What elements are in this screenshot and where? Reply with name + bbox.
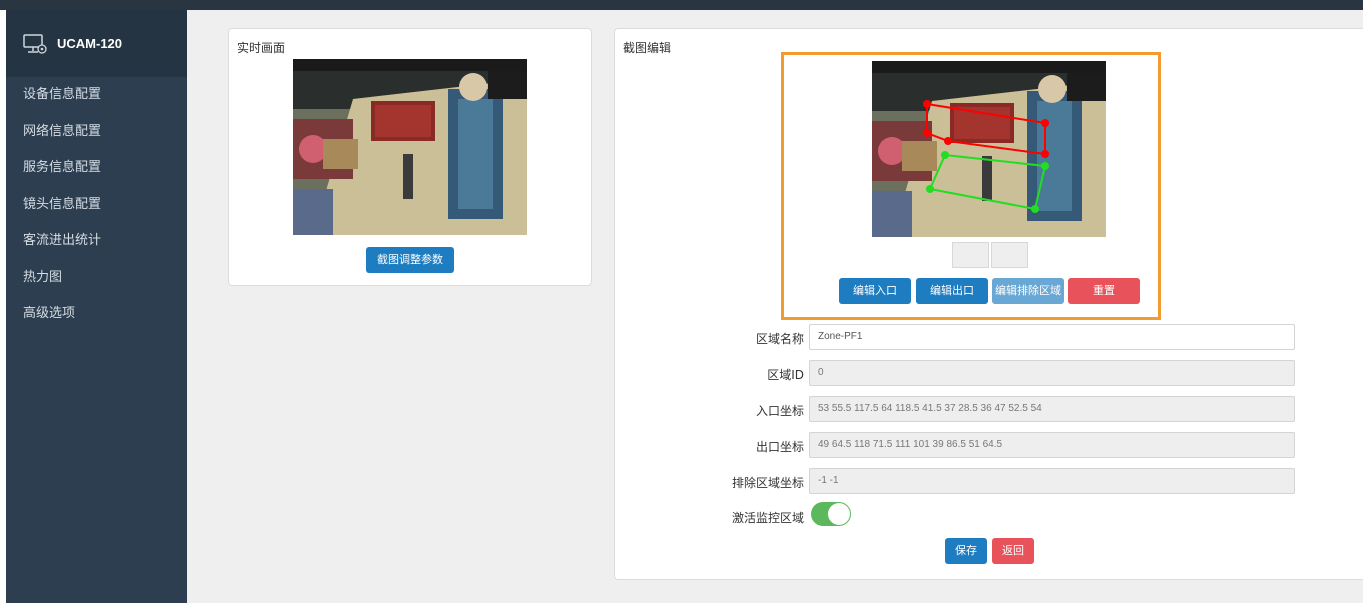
toggle-knob — [828, 503, 850, 525]
top-bar — [0, 0, 1363, 10]
sidebar-item-device-config[interactable]: 设备信息配置 — [6, 77, 187, 114]
zone-id-field[interactable]: 0 — [809, 360, 1295, 386]
thumbnail-slot-2 — [991, 242, 1028, 268]
entrance-coords-label: 入口坐标 — [755, 404, 804, 418]
save-button[interactable]: 保存 — [945, 538, 987, 564]
sidebar-item-lens-config[interactable]: 镜头信息配置 — [6, 187, 187, 224]
live-view-title: 实时画面 — [237, 41, 286, 55]
edit-entrance-button[interactable]: 编辑入口 — [839, 278, 911, 304]
zone-edit-canvas[interactable] — [872, 61, 1106, 237]
sidebar-item-network-config[interactable]: 网络信息配置 — [6, 114, 187, 151]
back-button[interactable]: 返回 — [992, 538, 1034, 564]
screenshot-editor-title: 截图编辑 — [623, 41, 672, 55]
zone-id-label: 区域ID — [767, 368, 804, 382]
entrance-coords-field[interactable]: 53 55.5 117.5 64 118.5 41.5 37 28.5 36 4… — [809, 396, 1295, 422]
edit-exclude-zone-button[interactable]: 编辑排除区域 — [992, 278, 1064, 304]
exit-coords-label: 出口坐标 — [755, 440, 804, 454]
main-content: 实时画面 截图调整参数 截图编辑 编辑入口 编辑出口 编辑排除区域 重置 区域名… — [187, 10, 1363, 603]
exclude-coords-field[interactable]: -1 -1 — [809, 468, 1295, 494]
sidebar-item-traffic-stats[interactable]: 客流进出统计 — [6, 223, 187, 260]
zone-editor-highlight: 编辑入口 编辑出口 编辑排除区域 重置 — [781, 52, 1161, 320]
brand: UCAM-120 — [6, 10, 187, 77]
sidebar: UCAM-120 设备信息配置 网络信息配置 服务信息配置 镜头信息配置 客流进… — [6, 10, 187, 603]
activate-zone-label: 激活监控区域 — [731, 511, 804, 525]
sidebar-item-service-config[interactable]: 服务信息配置 — [6, 150, 187, 187]
edit-exit-button[interactable]: 编辑出口 — [916, 278, 988, 304]
thumbnail-slot-1 — [952, 242, 989, 268]
exclude-coords-label: 排除区域坐标 — [731, 476, 804, 490]
sidebar-item-advanced[interactable]: 高级选项 — [6, 296, 187, 333]
adjust-screenshot-params-button[interactable]: 截图调整参数 — [366, 247, 454, 273]
sidebar-nav: 设备信息配置 网络信息配置 服务信息配置 镜头信息配置 客流进出统计 热力图 高… — [6, 77, 187, 333]
zone-name-label: 区域名称 — [755, 332, 804, 346]
zone-name-input[interactable]: Zone-PF1 — [809, 324, 1295, 350]
exit-coords-field[interactable]: 49 64.5 118 71.5 111 101 39 86.5 51 64.5 — [809, 432, 1295, 458]
live-camera-image — [293, 59, 527, 235]
app-name: UCAM-120 — [57, 36, 123, 51]
sidebar-item-heatmap[interactable]: 热力图 — [6, 260, 187, 297]
activate-zone-toggle[interactable] — [811, 502, 851, 526]
monitor-icon — [23, 33, 47, 54]
screenshot-editor-panel: 截图编辑 编辑入口 编辑出口 编辑排除区域 重置 区域名称 Zone-PF1 区… — [614, 28, 1363, 580]
live-view-panel: 实时画面 截图调整参数 — [228, 28, 592, 286]
reset-button[interactable]: 重置 — [1068, 278, 1140, 304]
